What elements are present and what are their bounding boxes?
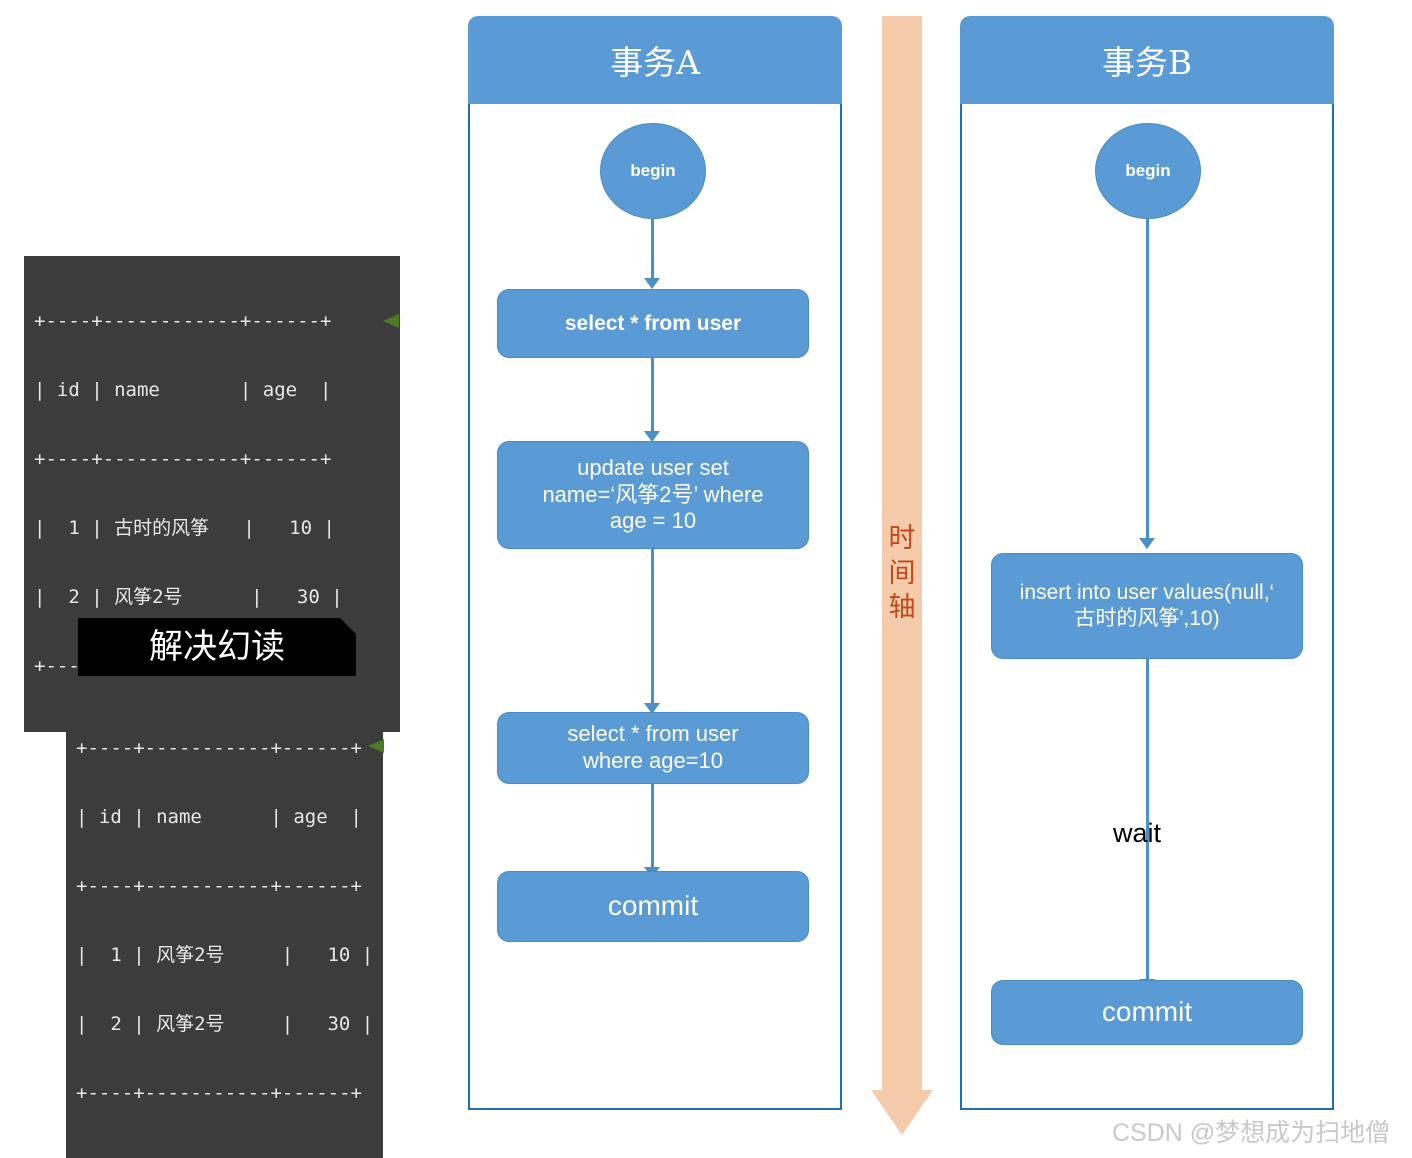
node-label: select * from user: [564, 311, 742, 335]
node-begin-b[interactable]: begin: [1095, 123, 1201, 219]
table-line: +----+-----------+------+: [76, 737, 362, 759]
table-line: | 1 | 古时的风筝 | 10 |: [34, 517, 335, 539]
table-line: | 1 | 风筝2号 | 10 |: [76, 944, 374, 966]
table-line: +----+------------+------+: [34, 310, 332, 332]
connector-arrowhead: [1139, 538, 1155, 549]
node-label: begin: [630, 161, 676, 180]
table-line: | 2 | 风筝2号 | 30 |: [76, 1013, 374, 1035]
diagram-canvas: +----+------------+------+ | id | name |…: [0, 0, 1412, 1158]
time-axis-label: 时间轴: [885, 522, 919, 626]
banner-label: 解决幻读: [149, 627, 285, 667]
node-commit-a[interactable]: commit: [497, 871, 809, 942]
result-table-2: +----+-----------+------+ | id | name | …: [66, 683, 383, 1158]
table-line: +----+-----------+------+: [76, 1082, 362, 1104]
table-line: +----+-----------+------+: [76, 875, 362, 897]
node-select-all-a[interactable]: select * from user: [497, 289, 809, 358]
connector-begin-to-select-a: [651, 219, 654, 280]
transaction-a-title: 事务A: [610, 43, 700, 82]
connector-begin-to-insert-b: [1146, 219, 1149, 540]
csdn-watermark: CSDN @梦想成为扫地僧: [1112, 1113, 1390, 1149]
connector-arrowhead: [644, 278, 660, 289]
node-label: insert into user values(null,‘ 古时的风筝',10…: [1019, 581, 1275, 630]
result-table-2-banner: 解决幻读: [78, 618, 356, 676]
wait-text: wait: [1113, 818, 1162, 848]
node-insert-b[interactable]: insert into user values(null,‘ 古时的风筝',10…: [991, 553, 1303, 659]
time-axis-text: 时间轴: [888, 523, 916, 624]
node-label: select * from user where age=10: [567, 721, 739, 773]
table-line: | id | name | age |: [76, 806, 362, 828]
table-line: +----+------------+------+: [34, 448, 332, 470]
node-select-where-a[interactable]: select * from user where age=10: [497, 712, 809, 784]
table-line: | id | name | age |: [34, 379, 332, 401]
node-label: update user set name=‘风筝2号’ where age = …: [542, 454, 764, 534]
time-axis-arrowhead: [871, 1090, 933, 1135]
node-label: commit: [607, 890, 699, 922]
table-line: | 2 | 风筝2号 | 30 |: [34, 586, 343, 608]
transaction-b-header: 事务B: [960, 16, 1334, 104]
node-commit-b[interactable]: commit: [991, 980, 1303, 1045]
watermark-text: CSDN @梦想成为扫地僧: [1112, 1119, 1391, 1147]
transaction-a-header: 事务A: [468, 16, 842, 104]
node-wait-b: wait: [1113, 818, 1161, 849]
node-begin-a[interactable]: begin: [600, 123, 706, 219]
transaction-a-lane: [468, 104, 842, 1110]
node-label: commit: [1101, 996, 1193, 1028]
connector-update-to-select-a: [651, 549, 654, 705]
connector-select-to-update-a: [651, 358, 654, 433]
node-update-a[interactable]: update user set name=‘风筝2号’ where age = …: [497, 441, 809, 549]
connector-select-to-commit-a: [651, 784, 654, 869]
node-label: begin: [1125, 161, 1171, 180]
transaction-b-title: 事务B: [1101, 43, 1193, 82]
